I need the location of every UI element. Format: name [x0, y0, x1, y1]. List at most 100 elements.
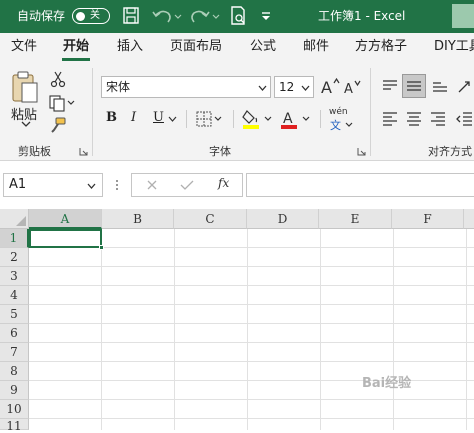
format-painter-icon[interactable]: [49, 116, 67, 134]
align-center-icon[interactable]: [404, 109, 424, 129]
account-avatar[interactable]: [452, 4, 474, 28]
tab-diy-tools[interactable]: DIY工具: [434, 33, 474, 61]
enter-check-icon[interactable]: [180, 179, 194, 191]
font-name-combo[interactable]: 宋体: [101, 76, 271, 98]
formula-input[interactable]: [246, 173, 474, 197]
ribbon-tabs: 文件 开始 插入 页面布局 公式 邮件 方方格子 DIY工具: [0, 33, 474, 62]
formula-buttons: fx: [131, 173, 243, 197]
name-box[interactable]: A1: [3, 173, 103, 197]
align-bottom-icon[interactable]: [430, 76, 450, 96]
row-header[interactable]: 9: [0, 381, 29, 400]
group-separator: [92, 68, 93, 156]
align-top-icon[interactable]: [380, 76, 400, 96]
tab-fangfang-gezi[interactable]: 方方格子: [355, 33, 407, 61]
clipboard-launcher-icon[interactable]: [79, 147, 88, 156]
active-cell-a1[interactable]: [29, 229, 102, 248]
more-options-icon[interactable]: [114, 178, 120, 192]
svg-text:A: A: [283, 111, 293, 127]
document-title: 工作簿1 - Excel: [318, 9, 406, 23]
tab-file[interactable]: 文件: [11, 33, 37, 61]
underline-button[interactable]: U: [153, 110, 164, 125]
tab-formulas[interactable]: 公式: [250, 33, 276, 61]
align-left-icon[interactable]: [380, 109, 400, 129]
fill-handle[interactable]: [99, 245, 104, 250]
tab-home[interactable]: 开始: [63, 33, 89, 61]
column-header[interactable]: A: [29, 209, 102, 229]
italic-button[interactable]: I: [131, 110, 136, 125]
group-separator: [370, 68, 371, 156]
cell-area[interactable]: [29, 229, 474, 430]
row-header[interactable]: 7: [0, 343, 29, 362]
svg-text:A: A: [344, 82, 353, 96]
paste-icon[interactable]: [10, 70, 40, 104]
tab-page-layout[interactable]: 页面布局: [170, 33, 222, 61]
font-size-combo[interactable]: 12: [274, 76, 314, 98]
font-name-value: 宋体: [106, 80, 131, 94]
tab-insert[interactable]: 插入: [117, 33, 143, 61]
row-header[interactable]: 10: [0, 400, 29, 419]
column-header[interactable]: D: [247, 209, 319, 229]
customize-toolbar-icon[interactable]: [259, 5, 273, 27]
worksheet-grid: A B C D E F 1 2 3 4 5 6 7 8 9 10 11: [0, 209, 474, 433]
autosave-label: 自动保存: [17, 9, 66, 23]
formula-bar: A1 fx: [0, 161, 474, 209]
redo-icon[interactable]: [188, 5, 220, 27]
chevron-down-icon: [87, 183, 96, 189]
column-header[interactable]: B: [102, 209, 174, 229]
divider: [186, 110, 187, 128]
copy-icon[interactable]: [48, 94, 76, 112]
cut-icon[interactable]: [50, 70, 66, 88]
select-all-triangle-icon: [16, 216, 26, 226]
font-color-icon[interactable]: A: [280, 108, 312, 130]
cancel-icon[interactable]: [146, 179, 158, 191]
chevron-down-icon: [258, 85, 267, 91]
underline-dropdown-icon[interactable]: [168, 116, 177, 122]
row-header[interactable]: 1: [0, 229, 29, 248]
row-header[interactable]: 2: [0, 248, 29, 267]
decrease-font-size-icon[interactable]: A: [343, 78, 361, 96]
increase-font-size-icon[interactable]: A: [320, 76, 340, 96]
row-header[interactable]: 5: [0, 305, 29, 324]
orientation-icon[interactable]: [455, 76, 474, 96]
active-tab-indicator: [62, 58, 90, 61]
undo-icon[interactable]: [150, 5, 182, 27]
font-launcher-icon[interactable]: [357, 147, 366, 156]
svg-text:A: A: [321, 78, 332, 96]
align-middle-icon: [407, 81, 421, 91]
save-icon[interactable]: [122, 5, 140, 27]
tab-mailings[interactable]: 邮件: [303, 33, 329, 61]
title-bar: 自动保存 关 工作簿1 - Excel: [0, 0, 474, 33]
print-preview-icon[interactable]: [228, 5, 248, 27]
row-header[interactable]: 3: [0, 267, 29, 286]
font-group-label: 字体: [209, 145, 231, 158]
row-header[interactable]: 4: [0, 286, 29, 305]
toggle-knob: [76, 11, 85, 21]
phonetic-guide-icon[interactable]: 文: [330, 118, 354, 132]
autosave-state: 关: [90, 10, 100, 21]
bold-button[interactable]: B: [106, 110, 117, 125]
divider: [320, 110, 321, 128]
name-box-value: A1: [9, 177, 27, 192]
column-header[interactable]: C: [174, 209, 247, 229]
column-header[interactable]: F: [392, 209, 464, 229]
watermark: Bai经验: [362, 376, 412, 391]
align-middle-button[interactable]: [402, 74, 426, 98]
row-header[interactable]: 8: [0, 362, 29, 381]
fill-color-icon[interactable]: [242, 108, 274, 130]
autosave-toggle[interactable]: 关: [72, 8, 110, 24]
chevron-down-icon: [301, 85, 310, 91]
phonetic-guide-text[interactable]: wén: [329, 107, 348, 117]
alignment-group-label: 对齐方式: [428, 145, 472, 158]
svg-text:文: 文: [330, 118, 341, 132]
row-header[interactable]: 6: [0, 324, 29, 343]
select-all-button[interactable]: [0, 209, 29, 229]
insert-function-button[interactable]: fx: [218, 176, 229, 190]
decrease-indent-icon[interactable]: [455, 109, 474, 129]
row-header[interactable]: 11: [0, 419, 29, 433]
align-right-icon[interactable]: [428, 109, 448, 129]
paste-dropdown-icon[interactable]: [21, 120, 31, 128]
column-header-partial[interactable]: [464, 209, 474, 229]
clipboard-group-label: 剪贴板: [18, 145, 51, 158]
borders-icon[interactable]: [196, 110, 224, 128]
column-header[interactable]: E: [319, 209, 392, 229]
